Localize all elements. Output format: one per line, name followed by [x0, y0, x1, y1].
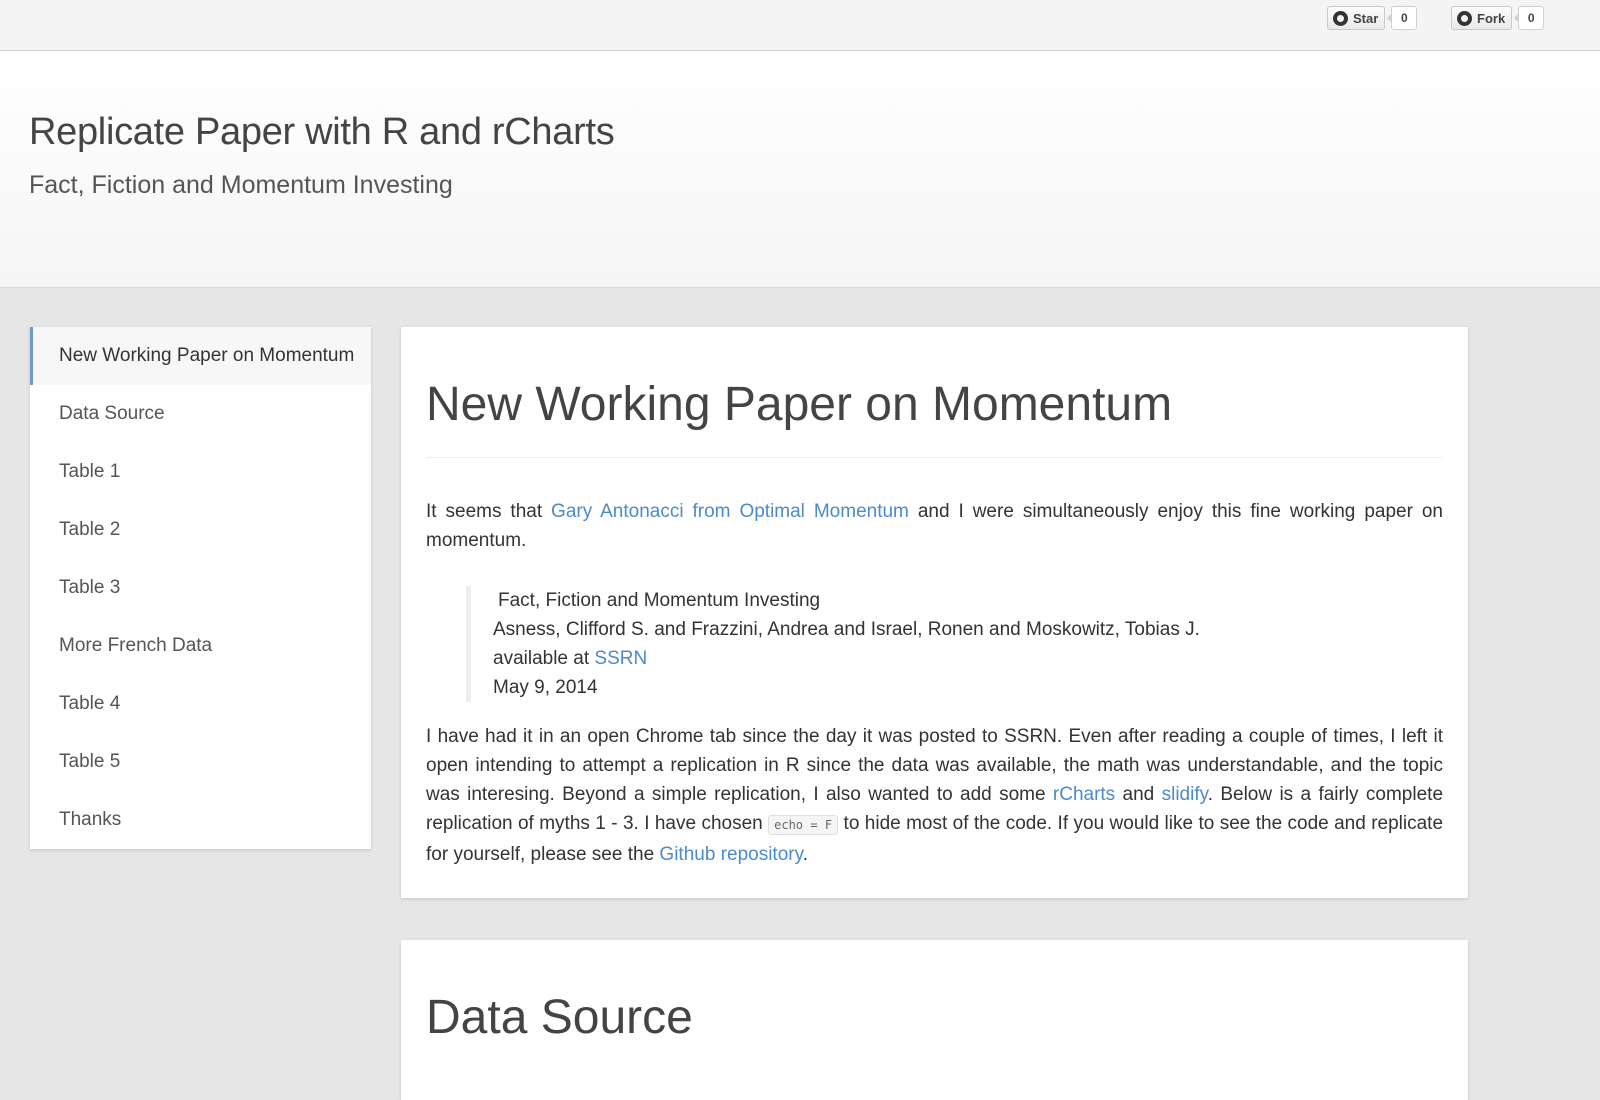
- body-paragraph: I have had it in an open Chrome tab sinc…: [426, 722, 1443, 869]
- paper-citation-quote: Fact, Fiction and Momentum Investing Asn…: [466, 586, 1393, 702]
- text: .: [802, 844, 808, 865]
- text: and: [1115, 784, 1162, 805]
- section-heading: New Working Paper on Momentum: [426, 378, 1173, 431]
- sidebar-item-table-4[interactable]: Table 4: [30, 675, 371, 733]
- text: It seems that: [426, 501, 552, 522]
- sidebar-item-table-3[interactable]: Table 3: [30, 559, 371, 617]
- sidebar-item-more-french-data[interactable]: More French Data: [30, 617, 371, 675]
- github-icon: [1333, 10, 1348, 26]
- intro-paragraph: It seems that Gary Antonacci from Optima…: [426, 497, 1443, 555]
- section-card-working-paper: New Working Paper on Momentum It seems t…: [401, 327, 1468, 898]
- citation-authors: Asness, Clifford S. and Frazzini, Andrea…: [493, 619, 1200, 640]
- inline-code: echo = F: [768, 815, 839, 835]
- text: available at: [493, 648, 595, 669]
- site-subtitle: Fact, Fiction and Momentum Investing: [29, 171, 453, 199]
- citation-availability: available at SSRN: [493, 644, 1393, 673]
- fork-count[interactable]: 0: [1514, 6, 1545, 30]
- sidebar-item-data-source[interactable]: Data Source: [30, 385, 371, 443]
- sidebar-nav: New Working Paper on Momentum Data Sourc…: [30, 327, 371, 849]
- citation-date: May 9, 2014: [493, 677, 598, 698]
- link-github-repository[interactable]: Github repository: [659, 844, 802, 865]
- section-heading: Data Source: [426, 991, 693, 1044]
- star-button[interactable]: Star: [1327, 6, 1386, 30]
- link-gary-antonacci[interactable]: Gary Antonacci from Optimal Momentum: [551, 501, 909, 522]
- sidebar-item-table-1[interactable]: Table 1: [30, 443, 371, 501]
- sidebar-item-table-2[interactable]: Table 2: [30, 501, 371, 559]
- link-rcharts[interactable]: rCharts: [1053, 784, 1115, 805]
- star-count[interactable]: 0: [1387, 6, 1418, 30]
- sidebar-item-new-working-paper[interactable]: New Working Paper on Momentum: [30, 327, 371, 385]
- site-title: Replicate Paper with R and rCharts: [29, 111, 615, 153]
- link-ssrn[interactable]: SSRN: [594, 648, 647, 669]
- sidebar-item-thanks[interactable]: Thanks: [30, 791, 371, 849]
- github-fork-widget: Fork 0: [1451, 6, 1545, 30]
- fork-label: Fork: [1477, 10, 1506, 26]
- page-header: Replicate Paper with R and rCharts Fact,…: [0, 51, 1600, 288]
- citation-title: Fact, Fiction and Momentum Investing: [498, 590, 821, 611]
- heading-divider: [426, 457, 1443, 458]
- github-star-widget: Star 0: [1327, 6, 1418, 30]
- top-bar: Star 0 Fork 0: [0, 0, 1600, 51]
- section-card-data-source: Data Source: [401, 940, 1468, 1100]
- fork-button[interactable]: Fork: [1451, 6, 1513, 30]
- sidebar-item-table-5[interactable]: Table 5: [30, 733, 371, 791]
- link-slidify[interactable]: slidify: [1162, 784, 1208, 805]
- github-icon: [1457, 10, 1472, 26]
- star-label: Star: [1353, 10, 1379, 26]
